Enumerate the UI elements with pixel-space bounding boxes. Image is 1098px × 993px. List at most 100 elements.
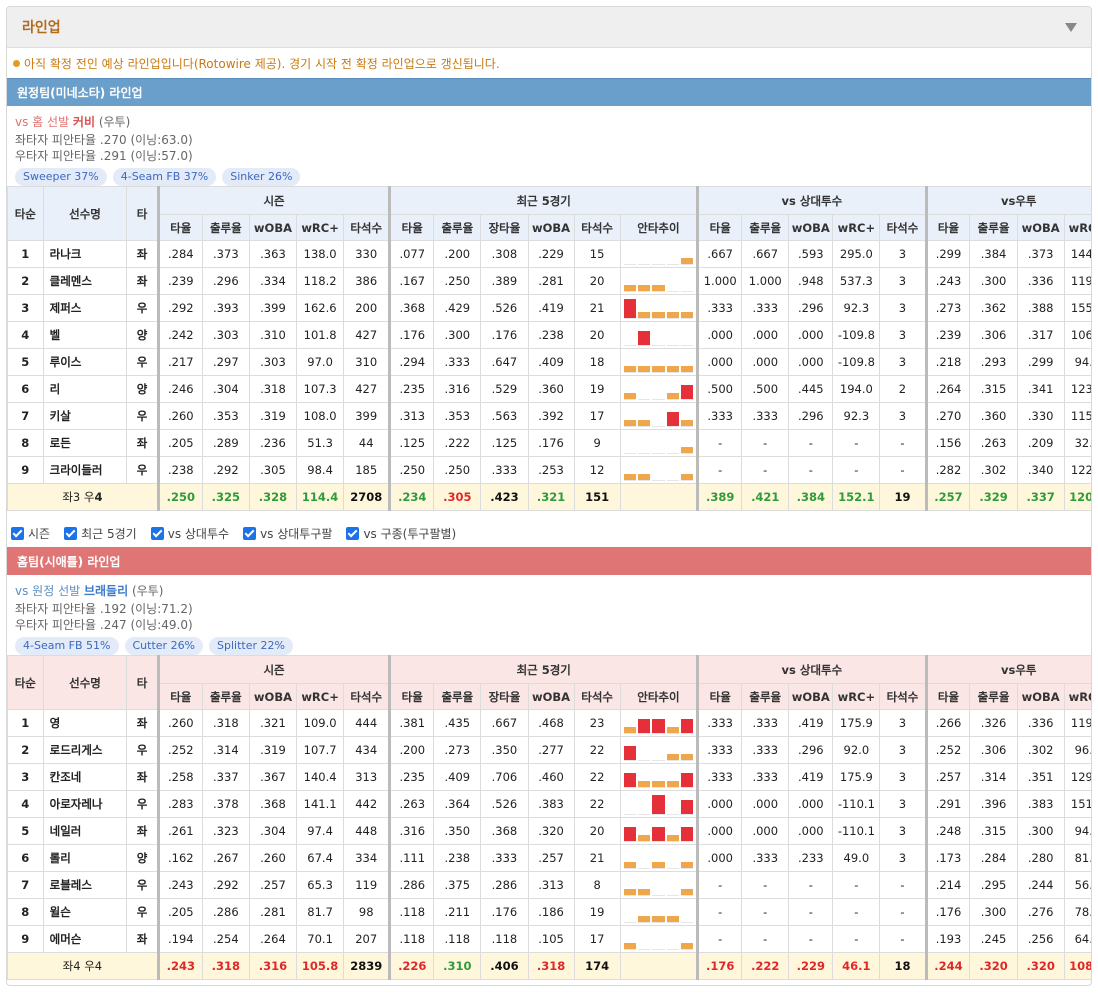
player-name[interactable]: 로든: [42, 429, 128, 457]
col-header[interactable]: 장타율: [480, 683, 529, 710]
col-header[interactable]: 타율: [156, 214, 203, 241]
checkbox-checked-icon[interactable]: [11, 526, 24, 540]
table-row[interactable]: 1 라나크 좌 .284.373.363 138.0 330.077.200.308.22…: [7, 240, 1091, 268]
col-header[interactable]: 타순: [7, 655, 44, 710]
col-header[interactable]: wOBA: [527, 214, 575, 241]
filter-checkbox[interactable]: 최근 5경기: [64, 525, 137, 542]
table-row[interactable]: 2 로드리게스 우 .252.314.319 107.7 434.200.273.350.…: [7, 736, 1091, 764]
checkbox-checked-icon[interactable]: [64, 526, 78, 540]
checkbox-checked-icon[interactable]: [346, 526, 360, 540]
filter-checkbox[interactable]: 시즌: [11, 525, 50, 542]
col-header[interactable]: wRC+: [296, 214, 345, 241]
col-header[interactable]: 선수명: [42, 186, 128, 241]
col-header[interactable]: 타율: [924, 683, 971, 710]
col-header[interactable]: 출루율: [201, 683, 250, 710]
table-row[interactable]: 7 로블레스 우 .243.292.257 65.3 119.286.375.286.31…: [7, 871, 1091, 899]
player-name[interactable]: 윌슨: [42, 898, 128, 926]
table-row[interactable]: 3 제퍼스 우 .292.393.399 162.6 200.368.429.526.41…: [7, 294, 1091, 322]
player-name[interactable]: 네일러: [42, 817, 128, 845]
stat-cell: .245: [969, 925, 1018, 953]
player-name[interactable]: 로드리게스: [42, 736, 128, 764]
table-row[interactable]: 5 루이스 우 .217.297.303 97.0 310.294.333.647.409…: [7, 348, 1091, 376]
filter-checkbox[interactable]: vs 상대투수: [150, 525, 229, 542]
col-header[interactable]: wOBA: [527, 683, 575, 710]
table-row[interactable]: 1 영 좌 .260.318.321 109.0 444.381.435.667.468 2…: [7, 709, 1091, 737]
col-header[interactable]: 타석수: [343, 214, 391, 241]
col-header[interactable]: 타석수: [573, 683, 621, 710]
col-header[interactable]: 출루율: [433, 214, 482, 241]
col-header[interactable]: 타율: [388, 214, 435, 241]
col-header[interactable]: 출루율: [969, 683, 1018, 710]
table-row[interactable]: 4 벨 양 .242.303.310 101.8 427.176.300.176.238 2…: [7, 321, 1091, 349]
checkbox-checked-icon[interactable]: [243, 526, 257, 540]
col-header[interactable]: wOBA: [788, 214, 834, 241]
col-header[interactable]: 출루율: [741, 214, 790, 241]
col-header[interactable]: wOBA: [1016, 683, 1065, 710]
col-header[interactable]: 타율: [696, 683, 743, 710]
pitcher-name[interactable]: 브래들리: [84, 584, 128, 598]
player-name[interactable]: 벨: [42, 321, 128, 349]
table-row[interactable]: 3 칸조네 좌 .258.337.367 140.4 313.235.409.706.46…: [7, 763, 1091, 791]
player-name[interactable]: 라나크: [42, 240, 128, 268]
panel-header[interactable]: 라인업: [7, 7, 1091, 48]
player-name[interactable]: 제퍼스: [42, 294, 128, 322]
pitcher-name[interactable]: 커비: [73, 115, 95, 129]
col-header[interactable]: 안타추이: [619, 214, 699, 241]
table-row[interactable]: 4 아로자레나 우 .283.378.368 141.1 442.263.364.526.…: [7, 790, 1091, 818]
table-row[interactable]: 8 로든 좌 .205.289.236 51.3 44.125.222.125.176 9-…: [7, 429, 1091, 457]
player-name[interactable]: 로블레스: [42, 871, 128, 899]
checkbox-checked-icon[interactable]: [150, 526, 164, 540]
stat-cell: 101.8: [296, 321, 345, 349]
col-header[interactable]: 안타추이: [619, 683, 699, 710]
col-header[interactable]: wRC+: [1063, 214, 1091, 241]
col-header[interactable]: wRC+: [832, 683, 881, 710]
col-header[interactable]: 타석수: [343, 683, 391, 710]
stat-cell: .409: [433, 763, 482, 791]
col-header[interactable]: 타율: [696, 214, 743, 241]
player-name[interactable]: 루이스: [42, 348, 128, 376]
col-header[interactable]: 출루율: [201, 214, 250, 241]
col-header[interactable]: 타순: [7, 186, 44, 241]
col-header[interactable]: wOBA: [248, 683, 298, 710]
player-name[interactable]: 리: [42, 375, 128, 403]
col-header[interactable]: 타석수: [879, 214, 927, 241]
filter-checkbox[interactable]: vs 구종(투구팔별): [346, 525, 456, 542]
col-header[interactable]: wOBA: [788, 683, 834, 710]
player-name[interactable]: 아로자레나: [42, 790, 128, 818]
col-header[interactable]: wOBA: [1016, 214, 1065, 241]
col-header[interactable]: 타: [126, 186, 159, 241]
col-header[interactable]: 타석수: [573, 214, 621, 241]
player-name[interactable]: 에머슨: [42, 925, 128, 953]
collapse-caret-icon[interactable]: [1065, 22, 1077, 32]
col-header[interactable]: 타율: [924, 214, 971, 241]
table-row[interactable]: 5 네일러 좌 .261.323.304 97.4 448.316.350.368.320…: [7, 817, 1091, 845]
col-header[interactable]: wOBA: [248, 214, 298, 241]
col-header[interactable]: 출루율: [741, 683, 790, 710]
table-row[interactable]: 7 키살 우 .260.353.319 108.0 399.313.353.563.392…: [7, 402, 1091, 430]
player-name[interactable]: 롤리: [42, 844, 128, 872]
player-name[interactable]: 크라이들러: [42, 456, 128, 484]
col-header[interactable]: 출루율: [969, 214, 1018, 241]
col-header[interactable]: 타율: [388, 683, 435, 710]
table-row[interactable]: 9 크라이들러 우 .238.292.305 98.4 185.250.250.333.2…: [7, 456, 1091, 484]
table-row[interactable]: 9 에머슨 좌 .194.254.264 70.1 207.118.118.118.105…: [7, 925, 1091, 953]
player-name[interactable]: 영: [42, 709, 128, 737]
col-header[interactable]: 선수명: [42, 655, 128, 710]
col-header[interactable]: wRC+: [832, 214, 881, 241]
filter-checkbox[interactable]: vs 상대투구팔: [243, 525, 332, 542]
player-name[interactable]: 키살: [42, 402, 128, 430]
player-name[interactable]: 칸조네: [42, 763, 128, 791]
table-row[interactable]: 2 클레멘스 좌 .239.296.334 118.2 386.167.250.389.2…: [7, 267, 1091, 295]
col-header[interactable]: wRC+: [296, 683, 345, 710]
col-header[interactable]: 장타율: [480, 214, 529, 241]
group-header: 시즌: [156, 655, 391, 684]
col-header[interactable]: wRC+: [1063, 683, 1091, 710]
player-name[interactable]: 클레멘스: [42, 267, 128, 295]
table-row[interactable]: 6 리 양 .246.304.318 107.3 427.235.316.529.360 1…: [7, 375, 1091, 403]
table-row[interactable]: 8 윌슨 우 .205.286.281 81.7 98.118.211.176.186 19…: [7, 898, 1091, 926]
col-header[interactable]: 출루율: [433, 683, 482, 710]
col-header[interactable]: 타율: [156, 683, 203, 710]
table-row[interactable]: 6 롤리 양 .162.267.260 67.4 334.111.238.333.257 2…: [7, 844, 1091, 872]
col-header[interactable]: 타석수: [879, 683, 927, 710]
col-header[interactable]: 타: [126, 655, 159, 710]
